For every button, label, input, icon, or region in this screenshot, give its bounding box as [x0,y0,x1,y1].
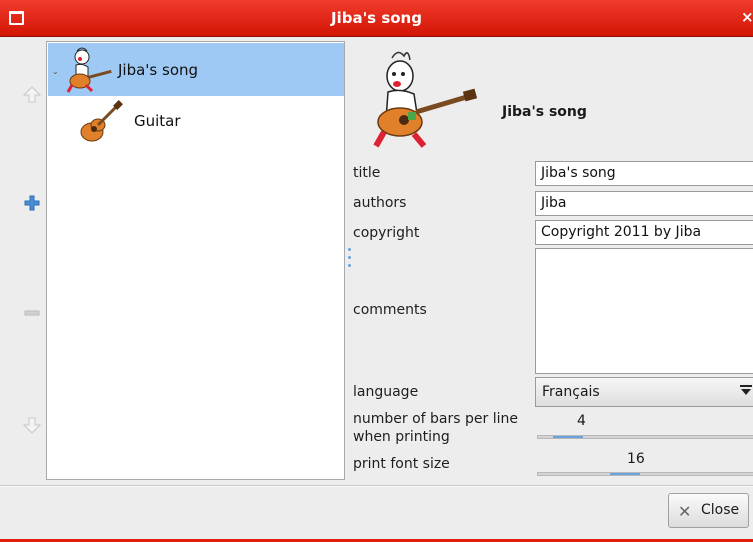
tree-row-song[interactable]: ⌄ Jiba's song [48,43,344,96]
copyright-field[interactable]: Copyright 2011 by Jiba [535,220,753,245]
comments-label: comments [353,302,427,318]
font-size-value: 16 [627,451,645,467]
jiba-guitarist-icon [66,47,112,93]
pane-resize-handle[interactable] [348,248,351,272]
comments-field[interactable] [535,248,753,374]
tree-item-label: Jiba's song [118,61,199,79]
bars-value: 4 [577,413,586,429]
footer-separator [0,485,753,487]
bars-label: number of bars per line [353,411,518,427]
bars-label-line2: when printing [353,429,450,445]
properties-header: Jiba's song [502,104,587,120]
language-label: language [353,384,419,400]
authors-field[interactable]: Jiba [535,191,753,216]
bars-slider-fill [552,436,583,438]
language-value: Français [542,384,600,400]
song-tree[interactable]: ⌄ Jiba's song Guitar [46,41,345,480]
authors-label: authors [353,195,407,211]
arrow-up-icon[interactable] [22,85,42,105]
arrow-down-icon[interactable] [22,415,42,435]
guitar-icon [80,100,123,142]
plus-icon[interactable] [22,193,42,213]
window-title: Jiba's song [331,9,422,27]
chevron-down-icon [740,385,752,395]
minus-icon[interactable] [22,303,42,323]
font-size-label: print font size [353,456,450,472]
font-size-slider-fill [610,473,641,475]
font-size-slider[interactable] [537,472,753,476]
tree-row-guitar[interactable]: Guitar [48,97,344,147]
close-button-label: Close [701,502,740,518]
tree-item-label: Guitar [134,112,181,130]
language-select[interactable]: Français [535,377,753,407]
copyright-label: copyright [353,225,420,241]
jiba-guitarist-icon [373,51,478,148]
close-icon: ✕ [678,502,692,521]
window-close-icon[interactable]: × [741,8,753,26]
tree-expander-icon[interactable]: ⌄ [52,67,59,76]
title-label: title [353,165,381,181]
bars-slider[interactable] [537,435,753,439]
title-bar: Jiba's song × [0,0,753,37]
title-field[interactable]: Jiba's song [535,161,753,186]
close-button[interactable]: ✕ Close [668,493,749,528]
